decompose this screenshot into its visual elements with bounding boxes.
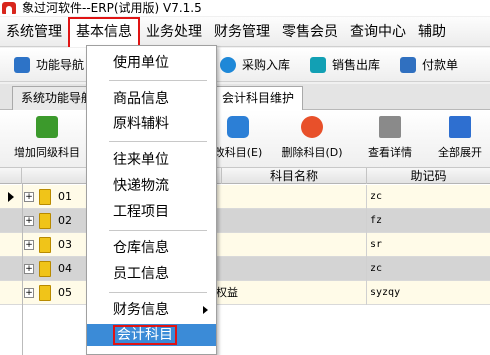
account-mnemonic: zc [370, 263, 383, 274]
expand-icon[interactable]: + [24, 192, 34, 202]
tab-bar: 系统功能导航 会计科目维护 [0, 84, 490, 110]
folder-icon [39, 261, 51, 277]
folder-icon [39, 285, 51, 301]
menu-basic-info[interactable]: 基本信息 [68, 16, 140, 47]
account-mnemonic: sr [370, 239, 383, 250]
menu-item-warehouse[interactable]: 仓库信息 [87, 237, 216, 259]
menu-divider [109, 141, 207, 142]
expand-all-label: 全部展开 [438, 146, 482, 159]
quick-payment-button[interactable]: 付款单 [394, 53, 464, 77]
account-grid: 科 科目名称 助记码 + 01 zc + 02 fz + 03 sr + 04 … [0, 168, 490, 355]
account-code: 03 [58, 238, 72, 251]
quick-access-bar: 功能导航 采购入库 销售出库 付款单 [0, 48, 490, 82]
tab-account-maintenance[interactable]: 会计科目维护 [213, 86, 304, 110]
folder-icon [39, 237, 51, 253]
add-sibling-label: 增加同级科目 [14, 146, 80, 159]
menu-query[interactable]: 查询中心 [344, 17, 412, 47]
menu-item-partners[interactable]: 往来单位 [87, 149, 216, 171]
expand-icon[interactable]: + [24, 288, 34, 298]
folder-icon [39, 213, 51, 229]
menu-item-staff[interactable]: 员工信息 [87, 263, 216, 285]
account-name: 权益 [210, 281, 367, 305]
account-code: 02 [58, 214, 72, 227]
account-name [222, 209, 367, 233]
view-detail-button[interactable]: 查看详情 [362, 110, 418, 168]
window-title: 象过河软件--ERP(试用版) V7.1.5 [22, 1, 202, 15]
quick-nav-button[interactable]: 功能导航 [8, 53, 90, 77]
menu-item-goods-info[interactable]: 商品信息 [87, 88, 216, 110]
menu-item-using-unit[interactable]: 使用单位 [87, 52, 216, 74]
delete-account-button[interactable]: 删除科目(D) [276, 110, 348, 168]
folder-icon [39, 189, 51, 205]
menu-auxiliary[interactable]: 辅助 [412, 17, 452, 47]
account-mnemonic: syzqy [370, 287, 401, 298]
add-sibling-button[interactable]: 增加同级科目 [12, 110, 82, 168]
view-detail-icon [379, 116, 401, 138]
expand-icon[interactable]: + [24, 216, 34, 226]
menu-divider [109, 80, 207, 81]
account-name [222, 185, 367, 209]
edit-icon [227, 116, 249, 138]
toolbar: 增加同级科目 改科目(E) 删除科目(D) 查看详情 全部展开 [0, 110, 490, 168]
menu-bar: 系统管理 基本信息 业务处理 财务管理 零售会员 查询中心 辅助 [0, 16, 490, 47]
quick-payment-label: 付款单 [422, 58, 459, 72]
menu-item-materials[interactable]: 原料辅料 [87, 113, 216, 135]
sales-icon [310, 56, 327, 73]
add-account-icon [36, 116, 58, 138]
menu-system[interactable]: 系统管理 [0, 17, 68, 47]
menu-divider [109, 230, 207, 231]
account-code: 04 [58, 262, 72, 275]
grid-header: 科 科目名称 助记码 [0, 168, 490, 184]
quick-nav-label: 功能导航 [36, 58, 85, 72]
view-detail-label: 查看详情 [368, 146, 412, 159]
table-row[interactable]: + 02 fz [0, 209, 490, 233]
column-name[interactable]: 科目名称 [222, 168, 367, 184]
basic-info-dropdown: 使用单位 商品信息 原料辅料 往来单位 快递物流 工程项目 仓库信息 员工信息 … [86, 45, 217, 355]
finance-info-label: 财务信息 [113, 302, 169, 318]
menu-finance[interactable]: 财务管理 [208, 17, 276, 47]
account-code: 01 [58, 190, 72, 203]
menu-item-finance-info[interactable]: 财务信息 [87, 299, 216, 321]
account-code: 05 [58, 286, 72, 299]
account-mnemonic: fz [370, 215, 383, 226]
current-row-icon [8, 192, 14, 202]
quick-sales-button[interactable]: 销售出库 [304, 53, 386, 77]
quick-purchase-label: 采购入库 [242, 58, 291, 72]
accounting-subjects-label: 会计科目 [113, 325, 177, 345]
home-icon [14, 56, 30, 73]
account-name [222, 257, 367, 281]
quick-purchase-button[interactable]: 采购入库 [214, 53, 296, 77]
quick-sales-label: 销售出库 [332, 58, 381, 72]
row-indicator-header [0, 168, 22, 184]
table-row[interactable]: + 04 zc [0, 257, 490, 281]
table-row[interactable]: + 01 zc [0, 185, 490, 209]
column-mnemonic[interactable]: 助记码 [367, 168, 490, 184]
expand-all-button[interactable]: 全部展开 [432, 110, 488, 168]
account-mnemonic: zc [370, 191, 383, 202]
delete-icon [301, 116, 323, 138]
menu-item-accounting-subjects[interactable]: 会计科目 [87, 324, 216, 346]
table-row[interactable]: + 03 sr [0, 233, 490, 257]
edit-account-label: 改科目(E) [213, 146, 263, 159]
account-name [222, 233, 367, 257]
submenu-arrow-icon [203, 306, 208, 314]
menu-divider [109, 292, 207, 293]
edit-account-button[interactable]: 改科目(E) [210, 110, 266, 168]
chevron-double-down-icon [449, 116, 471, 138]
expand-icon[interactable]: + [24, 264, 34, 274]
tree-guide-line [22, 184, 23, 355]
menu-item-logistics[interactable]: 快递物流 [87, 175, 216, 197]
expand-icon[interactable]: + [24, 240, 34, 250]
menu-retail[interactable]: 零售会员 [276, 17, 344, 47]
app-logo-icon [2, 2, 16, 14]
delete-account-label: 删除科目(D) [281, 146, 343, 159]
purchase-icon [220, 56, 237, 73]
menu-business[interactable]: 业务处理 [140, 17, 208, 47]
menu-item-projects[interactable]: 工程项目 [87, 201, 216, 223]
title-bar: 象过河软件--ERP(试用版) V7.1.5 [0, 0, 490, 16]
table-row[interactable]: + 05 权益 syzqy [0, 281, 490, 305]
payment-icon [400, 56, 417, 73]
